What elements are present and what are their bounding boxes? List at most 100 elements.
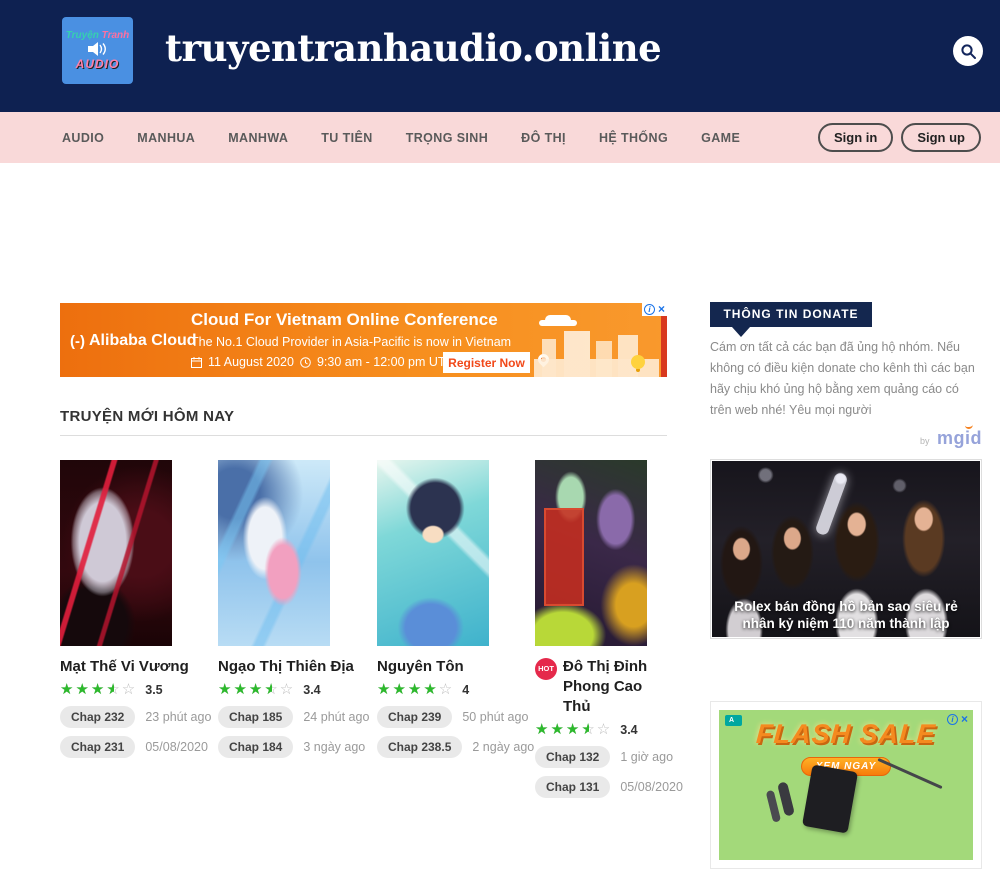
flash-sale-title: FLASH SALE: [719, 719, 973, 750]
tree-illustration: [631, 355, 645, 369]
mgid-tick-icon: [965, 424, 973, 430]
chapter-chip[interactable]: Chap 131: [535, 776, 610, 798]
donate-heading: THÔNG TIN DONATE: [710, 302, 872, 327]
adchoices-controls: i ×: [642, 303, 667, 316]
chapter-row: Chap 184 3 ngày ago: [218, 736, 377, 758]
ad-close-icon[interactable]: ×: [658, 304, 665, 315]
alibaba-brand: (-) Alibaba Cloud: [70, 332, 197, 350]
banner-date: 11 August 2020: [208, 355, 294, 369]
comic-cover[interactable]: [535, 460, 647, 646]
chapter-row: Chap 239 50 phút ago: [377, 706, 535, 728]
sign-up-button[interactable]: Sign up: [901, 123, 981, 152]
chapter-chip[interactable]: Chap 231: [60, 736, 135, 758]
search-icon: [960, 43, 977, 60]
rating-row: ☆☆☆☆☆ ★★★★★ 3.4: [535, 722, 667, 738]
nav-item-manhua[interactable]: MANHUA: [137, 131, 195, 145]
site-header: Truyện Tranh AUDIO truyentranhaudio.onli…: [0, 0, 1000, 112]
rating-row: ☆☆☆☆☆ ★★★★★ 3.5: [60, 682, 218, 698]
nav-item-trong-sinh[interactable]: TRỌNG SINH: [406, 131, 488, 145]
alibaba-banner-ad[interactable]: (-) Alibaba Cloud Cloud For Vietnam Onli…: [60, 303, 667, 377]
nav-item-game[interactable]: GAME: [701, 131, 740, 145]
rating-value: 3.4: [620, 723, 637, 737]
section-title: TRUYỆN MỚI HÔM NAY: [60, 408, 667, 425]
rating-value: 4: [462, 683, 469, 697]
chapter-time: 23 phút ago: [145, 710, 211, 724]
chapter-chip[interactable]: Chap 239: [377, 706, 452, 728]
comic-card: Mạt Thế Vi Vương ☆☆☆☆☆ ★★★★★ 3.5 Chap 23…: [60, 460, 218, 798]
logo-text: Truyện Tranh: [66, 30, 130, 41]
chapter-time: 24 phút ago: [303, 710, 369, 724]
comic-title[interactable]: Nguyên Tôn: [377, 657, 464, 677]
cover-red-seal: [544, 508, 584, 606]
chapter-row: Chap 132 1 giờ ago: [535, 746, 667, 768]
donate-text: Cám ơn tất cả các bạn đã ủng hộ nhóm. Nế…: [710, 337, 982, 421]
calendar-icon: [191, 357, 202, 368]
comic-title[interactable]: Ngạo Thị Thiên Địa: [218, 657, 354, 677]
rating-value: 3.4: [303, 683, 320, 697]
chapter-chip[interactable]: Chap 184: [218, 736, 293, 758]
native-ad-caption: Rolex bán đồng hồ bản sao siêu rẻ nhân k…: [712, 598, 980, 632]
rating-value: 3.5: [145, 683, 162, 697]
adchoices-info-icon[interactable]: i: [644, 304, 655, 315]
chapter-chip[interactable]: Chap 132: [535, 746, 610, 768]
logo-audio-text: AUDIO: [76, 57, 120, 71]
nav-item-do-thi[interactable]: ĐÔ THỊ: [521, 131, 566, 145]
comic-card: Nguyên Tôn ☆☆☆☆☆ ★★★★★ 4 Chap 239 50 phú…: [377, 460, 535, 798]
ad-close-icon[interactable]: ×: [961, 714, 968, 725]
sign-in-button[interactable]: Sign in: [818, 123, 893, 152]
star-rating: ☆☆☆☆☆ ★★★★★: [377, 682, 454, 698]
comic-cover[interactable]: [218, 460, 330, 646]
rating-row: ☆☆☆☆☆ ★★★★★ 4: [377, 682, 535, 698]
adchoices-info-icon[interactable]: i: [947, 714, 958, 725]
chapter-time: 05/08/2020: [145, 740, 208, 754]
native-ad-image: Rolex bán đồng hồ bản sao siêu rẻ nhân k…: [712, 461, 980, 637]
chapter-time: 2 ngày ago: [472, 740, 534, 754]
star-icons-filled: ★★★★★: [535, 722, 589, 738]
clock-icon: [300, 357, 311, 368]
chapter-time: 1 giờ ago: [620, 750, 673, 764]
microphone-product: [777, 781, 795, 816]
register-now-button[interactable]: Register Now: [443, 352, 530, 373]
comic-card-grid: Mạt Thế Vi Vương ☆☆☆☆☆ ★★★★★ 3.5 Chap 23…: [60, 460, 667, 798]
chapter-chip[interactable]: Chap 185: [218, 706, 293, 728]
nav-item-audio[interactable]: AUDIO: [62, 131, 104, 145]
nav-item-he-thong[interactable]: HỆ THỐNG: [599, 131, 668, 145]
chapter-chip[interactable]: Chap 238.5: [377, 736, 462, 758]
flash-sale-inner: A FLASH SALE XEM NGAY i ×: [719, 710, 973, 860]
main-nav: AUDIO MANHUA MANHWA TU TIÊN TRỌNG SINH Đ…: [0, 112, 1000, 163]
comic-title[interactable]: Mạt Thế Vi Vương: [60, 657, 189, 677]
mgid-attribution[interactable]: by mgid: [710, 428, 982, 449]
chapter-row: Chap 231 05/08/2020: [60, 736, 218, 758]
banner-title: Cloud For Vietnam Online Conference: [191, 310, 498, 330]
nav-item-manhwa[interactable]: MANHWA: [228, 131, 288, 145]
site-title[interactable]: truyentranhaudio.online: [165, 26, 661, 70]
alibaba-logo-icon: (-): [70, 333, 85, 350]
rolex-native-ad[interactable]: Rolex bán đồng hồ bản sao siêu rẻ nhân k…: [710, 459, 982, 639]
nav-menu: AUDIO MANHUA MANHWA TU TIÊN TRỌNG SINH Đ…: [0, 131, 740, 145]
cloud-illustration: [545, 315, 571, 325]
star-rating: ☆☆☆☆☆ ★★★★★: [535, 722, 612, 738]
section-divider: [60, 435, 667, 436]
auth-buttons: Sign in Sign up: [818, 112, 981, 163]
phone-product: [802, 764, 858, 833]
chapter-row: Chap 238.5 2 ngày ago: [377, 736, 535, 758]
comic-cover[interactable]: [377, 460, 489, 646]
chapter-chip[interactable]: Chap 232: [60, 706, 135, 728]
rating-row: ☆☆☆☆☆ ★★★★★ 3.4: [218, 682, 377, 698]
site-logo[interactable]: Truyện Tranh AUDIO: [62, 17, 133, 84]
flash-sale-ad[interactable]: A FLASH SALE XEM NGAY i ×: [710, 701, 982, 869]
chapter-time: 3 ngày ago: [303, 740, 365, 754]
comic-title[interactable]: Đô Thị Đỉnh Phong Cao Thủ: [563, 657, 651, 717]
banner-subtitle: The No.1 Cloud Provider in Asia-Pacific …: [191, 335, 511, 349]
chapter-time: 05/08/2020: [620, 780, 683, 794]
sidebar: THÔNG TIN DONATE Cám ơn tất cả các bạn đ…: [710, 302, 982, 869]
nav-item-tu-tien[interactable]: TU TIÊN: [321, 131, 372, 145]
lamp-highlight: [814, 471, 848, 536]
search-button[interactable]: [953, 36, 983, 66]
mgid-by-label: by: [920, 436, 930, 446]
star-rating: ☆☆☆☆☆ ★★★★★: [218, 682, 295, 698]
comic-card: Ngạo Thị Thiên Địa ☆☆☆☆☆ ★★★★★ 3.4 Chap …: [218, 460, 377, 798]
star-rating: ☆☆☆☆☆ ★★★★★: [60, 682, 137, 698]
comic-cover[interactable]: [60, 460, 172, 646]
chapter-row: Chap 232 23 phút ago: [60, 706, 218, 728]
